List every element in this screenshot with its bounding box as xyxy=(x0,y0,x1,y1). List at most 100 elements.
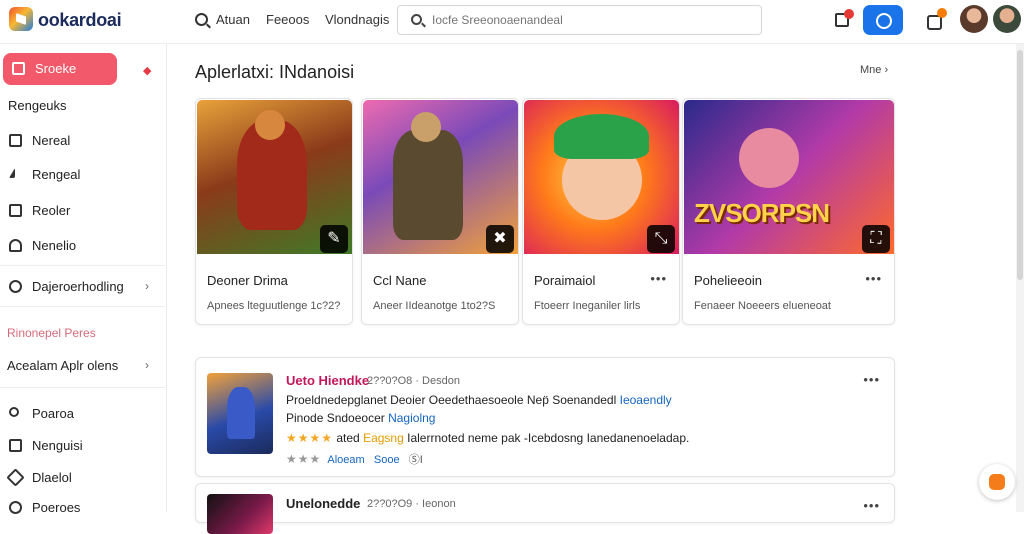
expand-icon[interactable]: ⤡ xyxy=(647,225,675,253)
app-logo[interactable] xyxy=(9,7,33,31)
floating-action-button[interactable] xyxy=(979,464,1015,500)
sidebar-item-user[interactable]: Poaroa xyxy=(0,398,165,430)
list-item-title[interactable]: Ueto Hiendke xyxy=(286,373,369,388)
more-options-icon[interactable]: ••• xyxy=(865,271,882,286)
folder-icon xyxy=(9,134,22,147)
sidebar-item-label: Rengeal xyxy=(32,167,81,182)
share-icon xyxy=(9,168,15,178)
gear-icon xyxy=(9,501,22,514)
card-subtitle: Aneer IIdeanotge 1to2?S xyxy=(373,300,496,312)
section-title: Aplerlatxi: INdanoisi xyxy=(195,62,355,82)
search-bar[interactable] xyxy=(397,5,762,35)
pencil-icon[interactable]: ✎ xyxy=(320,225,348,253)
game-card[interactable]: ZVSORPSN ⛶ Pohelieeoin Fenaeer Noeeers e… xyxy=(682,98,895,325)
list-item-line: ★★★★ ated Eagsng Ialerrnoted neme pak -I… xyxy=(286,431,689,445)
game-card[interactable]: ✎ Deoner Drima Apnees lteguutlenge 1c?2? xyxy=(195,98,353,325)
card-title: Ccl Nane xyxy=(373,273,427,288)
notification-badge xyxy=(844,9,854,19)
brand-name[interactable]: ookardoai xyxy=(38,10,122,31)
sidebar-item-tag[interactable]: Dlaelol xyxy=(0,462,165,494)
sidebar-item-home[interactable]: Sroeke xyxy=(3,53,117,85)
sidebar-item-label: Nenelio xyxy=(32,238,77,253)
sidebar-item-label: Rengeuks xyxy=(8,98,67,113)
search-input[interactable] xyxy=(432,11,752,29)
search-icon xyxy=(411,14,422,25)
sidebar-item-settings[interactable]: Poeroes xyxy=(0,492,165,524)
shopping-bag-icon[interactable] xyxy=(927,8,947,30)
game-art-logo: ZVSORPSN xyxy=(694,198,830,228)
controller-icon[interactable]: ✖ xyxy=(486,225,514,253)
card-title: Poraimaiol xyxy=(534,273,596,288)
sidebar: Sroeke ◆ Rengeuks Nereal Rengeal Reoler … xyxy=(0,44,167,515)
rating-stars: ★★★ xyxy=(286,452,322,466)
card-title: Deoner Drima xyxy=(207,273,288,288)
sidebar-item-label: Nenguisi xyxy=(32,438,83,453)
sidebar-item-label: Dlaelol xyxy=(32,470,72,485)
nav-link-2[interactable]: Feeoos xyxy=(266,12,309,27)
top-bar: ookardoai Atuan Feeoos Vlondnagis xyxy=(0,0,1024,44)
see-more-link[interactable]: Mne › xyxy=(860,64,888,76)
list-item-link[interactable]: Ieoaendly xyxy=(620,393,672,407)
user-icon xyxy=(9,407,19,417)
list-item-text: Pinode Sndoeocer xyxy=(286,411,385,425)
list-item-text: ated xyxy=(336,431,360,445)
nav-link-1[interactable]: Atuan xyxy=(216,12,250,27)
rating-stars: ★★★★ xyxy=(286,431,334,445)
sidebar-section-item[interactable]: Acealam Aplr olens › xyxy=(0,350,165,382)
sidebar-item-label: Dajeroerhodling xyxy=(32,279,124,294)
game-card[interactable]: ✖ Ccl Nane Aneer IIdeanotge 1to2?S xyxy=(361,98,519,325)
scrollbar-thumb[interactable] xyxy=(1017,50,1023,280)
sidebar-item-box[interactable]: Nenguisi xyxy=(0,430,165,462)
list-item-line: Pinode Sndoeocer Nagiolng xyxy=(286,411,435,425)
list-item-text: Proeldnedepglanet Deoier Oeedethaesoeole… xyxy=(286,393,617,407)
sidebar-section-title: Rinonepel Peres xyxy=(7,326,96,340)
sidebar-item-5[interactable]: Reoler xyxy=(0,195,165,227)
home-icon xyxy=(12,62,25,75)
list-item-text: Ialerrnoted neme pak -Icebdosng Ianedane… xyxy=(407,431,690,445)
chevron-right-icon: › xyxy=(145,358,149,372)
nav-link-3[interactable]: Vlondnagis xyxy=(325,12,389,27)
more-options-icon[interactable]: ••• xyxy=(863,498,880,513)
notification-icon[interactable] xyxy=(835,9,854,27)
sidebar-item-4[interactable]: Rengeal xyxy=(0,159,165,191)
sidebar-item-6[interactable]: Nenelio xyxy=(0,230,165,262)
card-subtitle: Apnees lteguutlenge 1c?2? xyxy=(207,300,341,312)
tag-icon xyxy=(6,468,25,487)
card-subtitle: Fenaeer Noeeers elueneoat xyxy=(694,300,831,312)
search-icon xyxy=(9,280,22,293)
sidebar-item-7[interactable]: Dajeroerhodling › xyxy=(0,271,165,303)
list-item-line: Proeldnedepglanet Deoier Oeedethaesoeole… xyxy=(286,393,672,407)
chevron-right-icon: › xyxy=(145,279,149,293)
list-item-footer: ★★★ Aloeam Sooe ⓈI xyxy=(286,451,423,467)
camera-button[interactable] xyxy=(863,5,903,35)
game-card[interactable]: ⤡ Poraimaiol Ftoeerr Ineganiler lirls ••… xyxy=(522,98,680,325)
pin-icon[interactable]: ◆ xyxy=(143,64,151,77)
sidebar-item-label: Poeroes xyxy=(32,500,81,515)
bell-icon xyxy=(9,239,22,252)
sidebar-item-label: Acealam Aplr olens xyxy=(7,358,119,373)
avatar[interactable] xyxy=(960,5,988,33)
more-options-icon[interactable]: ••• xyxy=(650,271,667,286)
list-item[interactable]: Ueto Hiendke 2??0?O8 · Desdon ••• Proeld… xyxy=(195,357,895,477)
fullscreen-icon[interactable]: ⛶ xyxy=(862,225,890,253)
sidebar-item-2[interactable]: Rengeuks xyxy=(0,90,165,122)
sidebar-item-3[interactable]: Nereal xyxy=(0,125,165,157)
list-thumbnail xyxy=(207,494,273,534)
card-title: Pohelieeoin xyxy=(694,273,762,288)
cart-badge xyxy=(937,8,947,18)
sidebar-item-label: Nereal xyxy=(32,133,71,148)
avatar-secondary[interactable] xyxy=(993,5,1021,33)
more-options-icon[interactable]: ••• xyxy=(863,372,880,387)
footer-link[interactable]: Sooe xyxy=(374,454,400,466)
list-item-title[interactable]: Unelonedde xyxy=(286,496,360,511)
sidebar-item-label: Sroeke xyxy=(35,61,77,76)
see-more-label: Mne xyxy=(860,64,882,76)
image-icon xyxy=(9,204,22,217)
list-item[interactable]: Unelonedde 2??0?O9 · Ieonon ••• xyxy=(195,483,895,534)
search-icon[interactable] xyxy=(195,13,208,26)
divider xyxy=(0,306,165,307)
footer-link[interactable]: Aloeam xyxy=(327,454,364,466)
list-item-meta: 2??0?O9 · Ieonon xyxy=(367,498,456,510)
divider xyxy=(0,265,165,266)
list-item-link[interactable]: Nagiolng xyxy=(388,411,435,425)
